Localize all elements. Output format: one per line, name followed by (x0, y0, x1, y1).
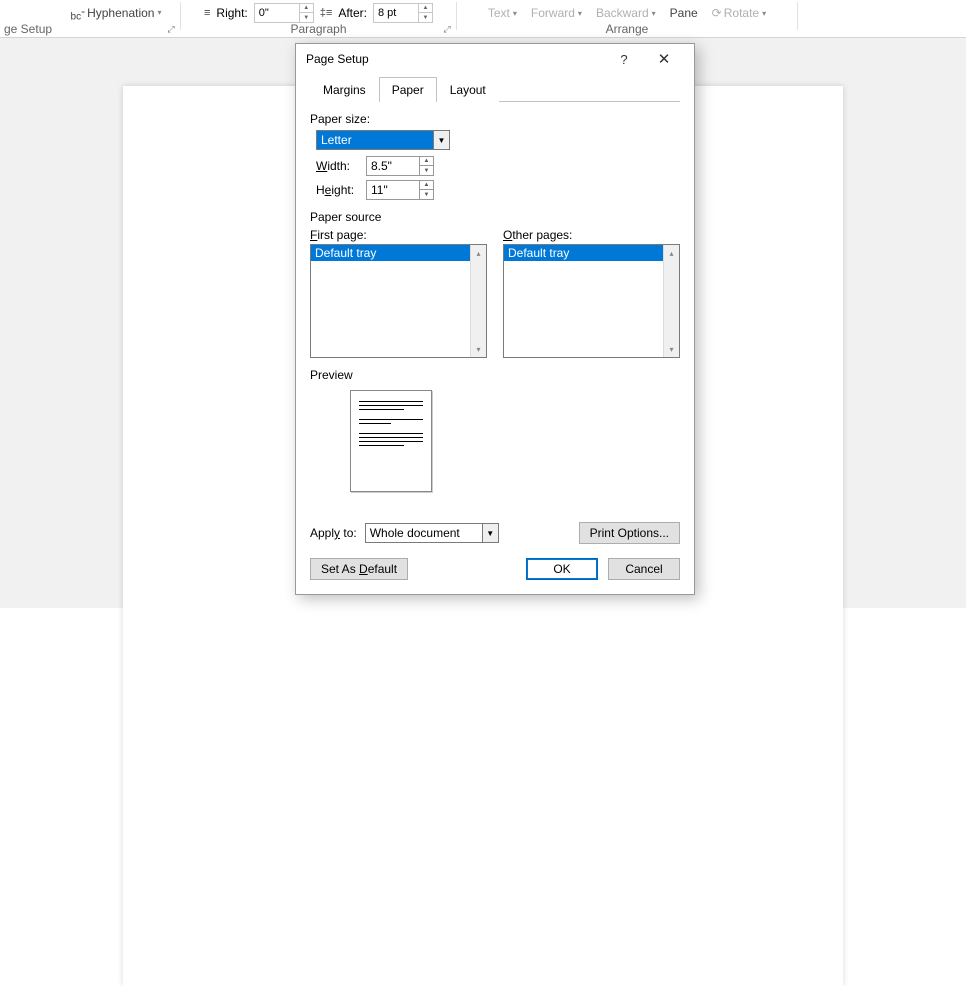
chevron-down-icon[interactable]: ▼ (433, 131, 449, 149)
preview-thumbnail (350, 390, 432, 492)
spinner-up-icon[interactable]: ▲ (420, 157, 433, 166)
paragraph-dialog-launcher-icon[interactable]: ⤢ (440, 22, 454, 36)
send-backward-control[interactable]: Backward▾ (596, 6, 656, 20)
dialog-title: Page Setup (306, 52, 604, 66)
rotate-icon: ⟳ (712, 6, 722, 20)
first-page-label: First page: (310, 228, 487, 242)
scroll-up-icon[interactable]: ▴ (471, 245, 486, 261)
paper-size-value: Letter (317, 131, 433, 149)
paper-size-combo[interactable]: Letter ▼ (316, 130, 450, 150)
set-as-default-button[interactable]: Set As Default (310, 558, 408, 580)
paragraph-group-label: Paragraph (290, 22, 346, 36)
page-setup-dialog: Page Setup ? ✕ Margins Paper Layout Pape… (295, 43, 695, 595)
apply-to-value: Whole document (366, 524, 482, 542)
indent-right-spinner[interactable]: ▲▼ (254, 3, 314, 23)
bring-forward-control[interactable]: Forward▾ (531, 6, 582, 20)
spinner-up-icon[interactable]: ▲ (420, 181, 433, 190)
spinner-down-icon[interactable]: ▼ (420, 166, 433, 175)
list-item[interactable]: Default tray (504, 245, 663, 261)
height-label: Height: (316, 183, 366, 197)
selection-pane-label: Pane (670, 6, 698, 20)
set-default-label: Set As Default (321, 562, 397, 576)
preview-label: Preview (310, 368, 680, 382)
dialog-tabs: Margins Paper Layout (310, 76, 680, 102)
width-label: Width: (316, 159, 366, 173)
indent-right-icon: ≡ (204, 7, 210, 19)
indent-right-input[interactable] (255, 4, 299, 22)
help-button[interactable]: ? (604, 44, 644, 74)
apply-to-combo[interactable]: Whole document ▼ (365, 523, 499, 543)
arrange-group-label: Arrange (606, 22, 649, 36)
send-backward-label: Backward (596, 6, 649, 20)
chevron-down-icon: ▾ (157, 8, 161, 17)
ribbon-separator (797, 2, 798, 30)
tab-paper[interactable]: Paper (379, 77, 437, 102)
height-input[interactable] (367, 181, 419, 199)
width-spinner[interactable]: ▲▼ (366, 156, 434, 176)
selection-pane-control[interactable]: Pane (670, 6, 698, 20)
tab-margins[interactable]: Margins (310, 77, 379, 102)
close-button[interactable]: ✕ (644, 44, 684, 74)
spacing-after-label: After: (338, 6, 367, 20)
scroll-down-icon[interactable]: ▾ (471, 341, 486, 357)
rotate-control[interactable]: ⟳ Rotate▾ (712, 6, 766, 20)
scrollbar[interactable]: ▴ ▾ (470, 245, 486, 357)
other-pages-listbox[interactable]: Default tray ▴ ▾ (503, 244, 680, 358)
chevron-down-icon[interactable]: ▼ (482, 524, 498, 542)
spinner-down-icon[interactable]: ▼ (420, 190, 433, 199)
scroll-down-icon[interactable]: ▾ (664, 341, 679, 357)
spinner-down-icon[interactable]: ▼ (418, 13, 432, 22)
other-pages-label: Other pages: (503, 228, 680, 242)
paper-size-label: Paper size: (310, 112, 680, 126)
height-spinner[interactable]: ▲▼ (366, 180, 434, 200)
hyphenation-icon: bc- (71, 4, 86, 22)
rotate-label: Rotate (724, 6, 759, 20)
spinner-up-icon[interactable]: ▲ (299, 4, 313, 13)
scroll-up-icon[interactable]: ▴ (664, 245, 679, 261)
spinner-down-icon[interactable]: ▼ (299, 13, 313, 22)
paper-source-label: Paper source (310, 210, 680, 224)
width-input[interactable] (367, 157, 419, 175)
indent-right-label: Right: (216, 6, 247, 20)
cancel-button[interactable]: Cancel (608, 558, 680, 580)
chevron-down-icon: ▾ (513, 9, 517, 18)
chevron-down-icon: ▾ (578, 9, 582, 18)
hyphenation-control[interactable]: bc- Hyphenation ▾ (71, 4, 162, 22)
list-item[interactable]: Default tray (311, 245, 470, 261)
chevron-down-icon: ▾ (762, 9, 766, 18)
ribbon: bc- Hyphenation ▾ ge Setup ⤢ ≡ Right: ▲▼… (0, 0, 966, 38)
page-setup-group-label: ge Setup (4, 22, 52, 36)
scrollbar[interactable]: ▴ ▾ (663, 245, 679, 357)
dialog-titlebar[interactable]: Page Setup ? ✕ (296, 44, 694, 74)
print-options-button[interactable]: Print Options... (579, 522, 680, 544)
apply-to-label: Apply to: (310, 526, 357, 540)
ok-button[interactable]: OK (526, 558, 598, 580)
tab-layout[interactable]: Layout (437, 77, 499, 102)
spacing-after-icon: ‡≡ (320, 7, 333, 19)
wrap-text-label: Text (488, 6, 510, 20)
bring-forward-label: Forward (531, 6, 575, 20)
page-setup-dialog-launcher-icon[interactable]: ⤢ (164, 22, 178, 36)
spinner-up-icon[interactable]: ▲ (418, 4, 432, 13)
spacing-after-input[interactable] (374, 4, 418, 22)
spacing-after-spinner[interactable]: ▲▼ (373, 3, 433, 23)
wrap-text-control[interactable]: Text▾ (488, 6, 517, 20)
first-page-listbox[interactable]: Default tray ▴ ▾ (310, 244, 487, 358)
chevron-down-icon: ▾ (652, 9, 656, 18)
hyphenation-label: Hyphenation (87, 6, 154, 20)
